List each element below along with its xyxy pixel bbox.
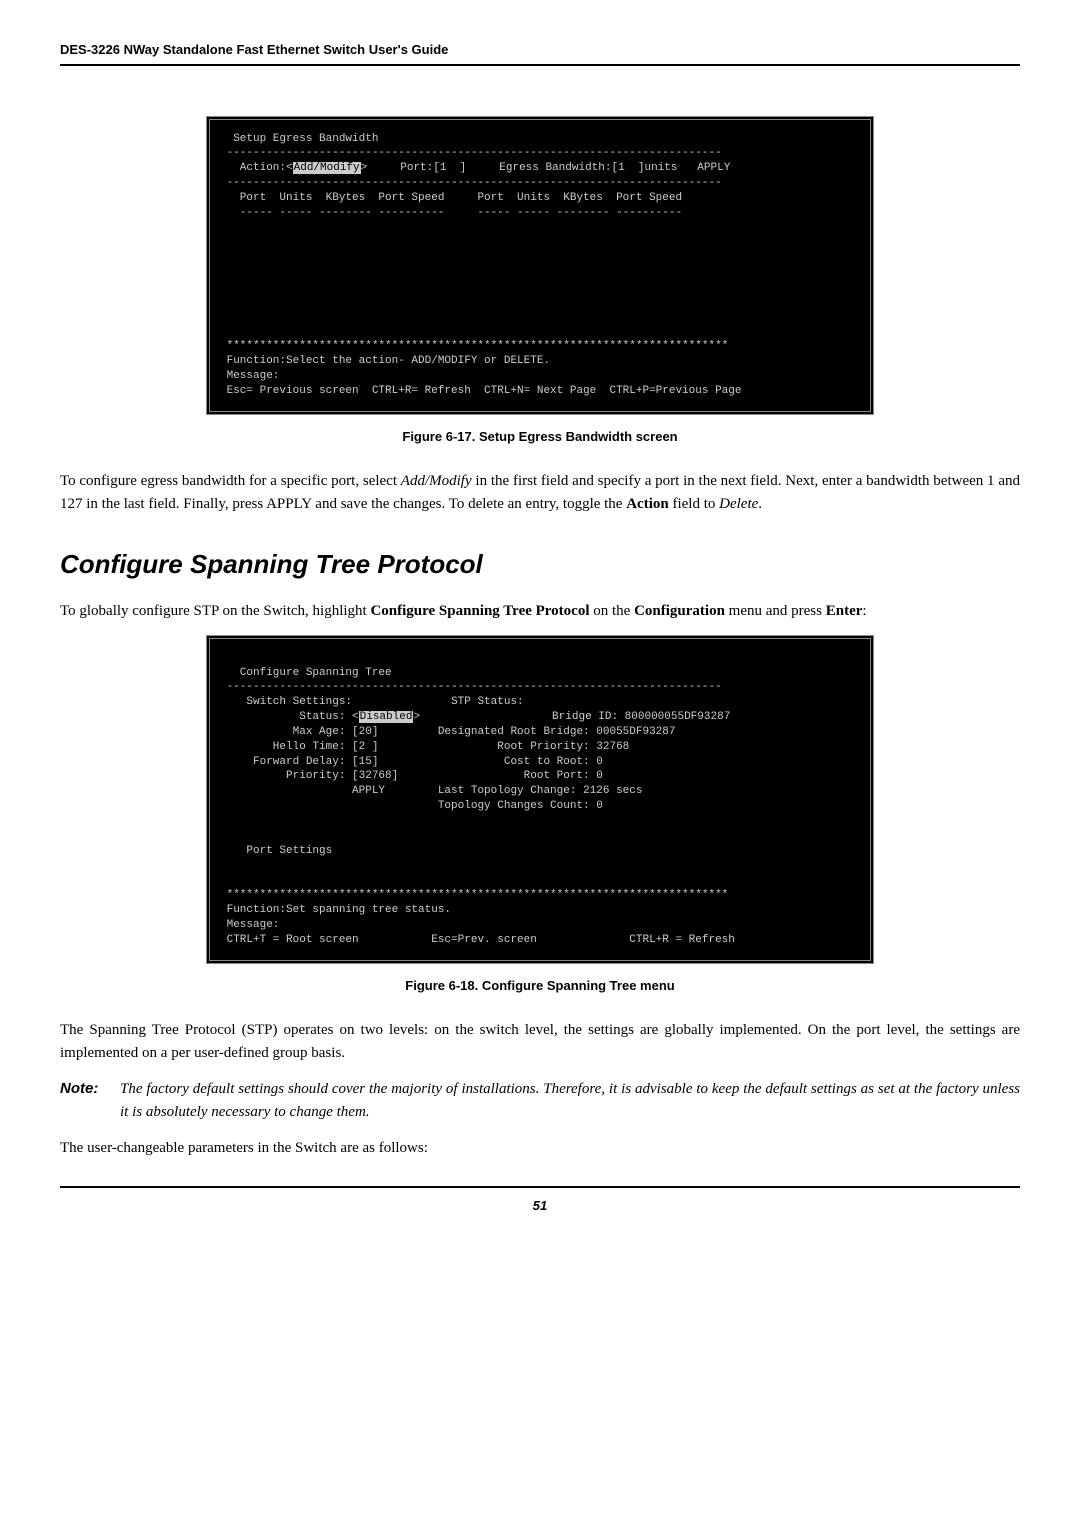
p1-addmod: Add/Modify (401, 473, 472, 489)
t1-title: Setup Egress Bandwidth (220, 133, 378, 145)
t1-nav: Esc= Previous screen CTRL+R= Refresh CTR… (220, 385, 742, 397)
paragraph-stp-levels: The Spanning Tree Protocol (STP) operate… (60, 1019, 1020, 1064)
t2-l4b: > Bridge ID: 800000055DF93287 (413, 711, 730, 723)
t1-sep: ----------------------------------------… (220, 147, 722, 159)
p2a: To globally configure STP on the Switch,… (60, 603, 370, 619)
t2-sep: ----------------------------------------… (220, 681, 722, 693)
figure-caption-2: Figure 6-18. Configure Spanning Tree men… (60, 976, 1020, 996)
t2-status-value: Disabled (359, 711, 414, 723)
terminal-screenshot-egress: Setup Egress Bandwidth -----------------… (206, 116, 874, 415)
t2-l6: Hello Time: [2 ] Root Priority: 32768 (220, 741, 629, 753)
paragraph-params-intro: The user-changeable parameters in the Sw… (60, 1137, 1020, 1160)
p2-cfg: Configuration (634, 603, 725, 619)
t1-msg: Message: (220, 370, 279, 382)
p1a: To configure egress bandwidth for a spec… (60, 473, 401, 489)
p1d: . (758, 496, 762, 512)
p2d: : (862, 603, 866, 619)
t2-title: Configure Spanning Tree (220, 667, 392, 679)
t2-stars: ****************************************… (220, 889, 728, 901)
p2b: on the (590, 603, 635, 619)
t2-msg: Message: (220, 919, 279, 931)
page-footer: 51 (60, 1186, 1020, 1216)
t2-l9: APPLY Last Topology Change: 2126 secs (220, 785, 642, 797)
t2-l10: Topology Changes Count: 0 (220, 800, 603, 812)
t1-cols: Port Units KBytes Port Speed Port Units … (220, 192, 682, 204)
t2-l5: Max Age: [20] Designated Root Bridge: 00… (220, 726, 675, 738)
t1-stars: ****************************************… (220, 340, 728, 352)
note-text: The factory default settings should cove… (120, 1081, 1020, 1120)
t1-action-prefix: Action:< (220, 162, 293, 174)
t2-l13: Port Settings (220, 845, 332, 857)
t1-action-suffix: > Port:[1 ] Egress Bandwidth:[1 ]units A… (361, 162, 731, 174)
p1-action: Action (626, 496, 669, 512)
t2-l4a: Status: < (220, 711, 359, 723)
t1-sep2: ----------------------------------------… (220, 177, 722, 189)
t1-dashes: ----- ----- -------- ---------- ----- --… (220, 207, 682, 219)
t2-l8: Priority: [32768] Root Port: 0 (220, 770, 603, 782)
t1-func: Function:Select the action- ADD/MODIFY o… (220, 355, 550, 367)
p2-enter: Enter (826, 603, 863, 619)
note-block: Note: The factory default settings shoul… (120, 1078, 1020, 1123)
paragraph-egress-config: To configure egress bandwidth for a spec… (60, 470, 1020, 515)
t2-nav: CTRL+T = Root screen Esc=Prev. screen CT… (220, 934, 735, 946)
p1c: field to (669, 496, 719, 512)
t2-l3: Switch Settings: STP Status: (220, 696, 524, 708)
t2-func: Function:Set spanning tree status. (220, 904, 451, 916)
figure-caption-1: Figure 6-17. Setup Egress Bandwidth scre… (60, 427, 1020, 447)
section-heading-stp: Configure Spanning Tree Protocol (60, 545, 1020, 584)
page-number: 51 (533, 1198, 547, 1213)
p2c: menu and press (725, 603, 826, 619)
paragraph-stp-intro: To globally configure STP on the Switch,… (60, 600, 1020, 623)
p1-delete: Delete (719, 496, 758, 512)
note-label: Note: (60, 1078, 98, 1101)
t1-action-value: Add/Modify (293, 162, 361, 174)
terminal-screenshot-stp: Configure Spanning Tree ----------------… (206, 635, 874, 964)
page-header: DES-3226 NWay Standalone Fast Ethernet S… (60, 40, 1020, 66)
p2-cmd: Configure Spanning Tree Protocol (370, 603, 589, 619)
t2-l7: Forward Delay: [15] Cost to Root: 0 (220, 756, 603, 768)
